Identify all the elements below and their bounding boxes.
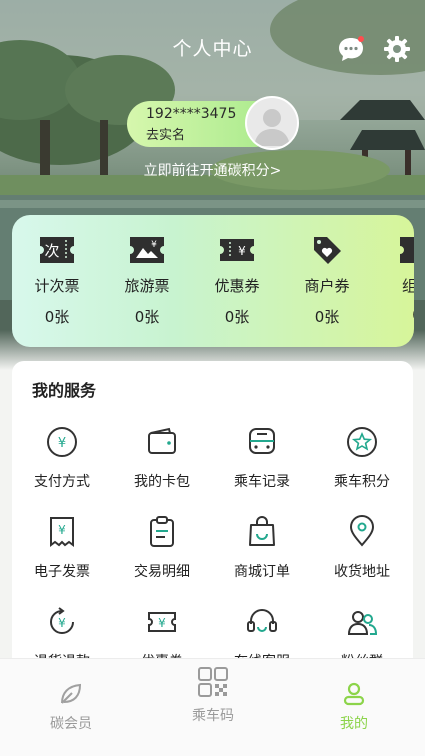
svg-text:¥: ¥ [58, 436, 66, 451]
coupon-outline-icon: ¥ [148, 612, 176, 632]
default-avatar-icon [247, 98, 297, 148]
tab-label: 我的 [340, 716, 368, 732]
tab-mine[interactable]: 我的 [304, 681, 404, 733]
my-services-card: 我的服务 ¥ 支付方式 我的卡包 乘车记录 乘车积分 ¥ 电子发票 交易明细 商… [12, 361, 413, 681]
headset-icon [247, 609, 277, 632]
person-icon [343, 682, 365, 706]
service-label: 商城订单 [234, 564, 290, 580]
settings-button[interactable] [382, 34, 412, 64]
star-badge-icon [347, 427, 377, 457]
service-e-invoice[interactable]: ¥ 电子发票 [12, 515, 112, 581]
ticket-count: 0张 [314, 308, 340, 326]
service-label: 收货地址 [334, 564, 390, 580]
service-label: 交易明细 [134, 564, 190, 580]
verify-identity-link[interactable]: 去实名 [146, 124, 185, 143]
service-card-wallet[interactable]: 我的卡包 [112, 425, 212, 491]
ticket-label: 商户券 [304, 277, 350, 295]
tab-label: 乘车码 [192, 708, 234, 724]
gear-icon [384, 36, 410, 62]
service-label: 支付方式 [34, 474, 90, 490]
count-ticket-icon: 次 [40, 237, 74, 263]
avatar[interactable] [245, 96, 299, 150]
ticket-count: 0张 [44, 308, 70, 326]
ticket-summary-strip: 次 计次票 0张 ¥ 旅游票 0张 ¥ 优惠券 0张 商户券 0张 组 [12, 215, 414, 347]
service-mall-orders[interactable]: 商城订单 [212, 515, 312, 581]
svg-text:¥: ¥ [58, 523, 66, 537]
travel-ticket-icon: ¥ [130, 237, 164, 263]
ticket-count: 0 [372, 306, 414, 324]
ticket-label: 计次票 [34, 277, 80, 295]
leaf-icon [61, 683, 82, 704]
service-label: 我的卡包 [134, 474, 190, 490]
ticket-count: 0张 [134, 308, 160, 326]
coupon-icon: ¥ [220, 239, 254, 261]
ticket-label: 组合 [401, 277, 414, 295]
tab-ride-code[interactable]: 乘车码 [163, 665, 263, 725]
services-title: 我的服务 [32, 381, 97, 400]
chat-bubble-icon [339, 36, 364, 61]
ticket-label: 旅游票 [124, 277, 170, 295]
ticket-label: 优惠券 [214, 277, 260, 295]
qr-code-icon [198, 667, 228, 697]
service-ride-history[interactable]: 乘车记录 [212, 425, 312, 491]
service-payment-methods[interactable]: ¥ 支付方式 [12, 425, 112, 491]
merchant-coupon-icon [314, 237, 341, 264]
bus-icon [249, 428, 275, 454]
svg-text:¥: ¥ [151, 240, 157, 250]
svg-text:次: 次 [44, 242, 59, 260]
ticket-item-travel[interactable]: ¥ 旅游票 0张 [102, 235, 192, 327]
tab-label: 碳会员 [50, 716, 92, 732]
ticket-item-combo[interactable]: 组合 0 [372, 235, 414, 324]
message-button[interactable] [337, 35, 365, 63]
ticket-item-count[interactable]: 次 计次票 0张 [12, 235, 102, 327]
service-shipping-address[interactable]: 收货地址 [312, 515, 412, 581]
clipboard-icon [150, 516, 174, 547]
tab-carbon-member[interactable]: 碳会员 [21, 681, 121, 733]
svg-text:¥: ¥ [158, 616, 166, 630]
ticket-count: 0张 [224, 308, 250, 326]
ticket-item-merchant[interactable]: 商户券 0张 [282, 235, 372, 327]
location-pin-icon [349, 515, 375, 547]
invoice-icon: ¥ [50, 517, 74, 547]
shopping-bag-icon [249, 516, 275, 546]
user-phone: 192****3475 [146, 106, 237, 122]
refund-icon: ¥ [50, 607, 74, 634]
svg-text:¥: ¥ [238, 244, 246, 258]
service-label: 电子发票 [34, 564, 90, 580]
service-label: 乘车积分 [334, 474, 390, 490]
combo-ticket-icon [400, 237, 414, 263]
carbon-points-link[interactable]: 立即前往开通碳积分> [0, 160, 425, 180]
yuan-circle-icon: ¥ [47, 427, 77, 457]
ticket-item-coupon[interactable]: ¥ 优惠券 0张 [192, 235, 282, 327]
svg-text:¥: ¥ [58, 616, 66, 630]
service-transactions[interactable]: 交易明细 [112, 515, 212, 581]
bottom-navigation: 碳会员 乘车码 我的 [0, 658, 425, 756]
wallet-icon [148, 427, 176, 454]
group-icon [347, 611, 378, 635]
service-ride-points[interactable]: 乘车积分 [312, 425, 412, 491]
service-label: 乘车记录 [234, 474, 290, 490]
